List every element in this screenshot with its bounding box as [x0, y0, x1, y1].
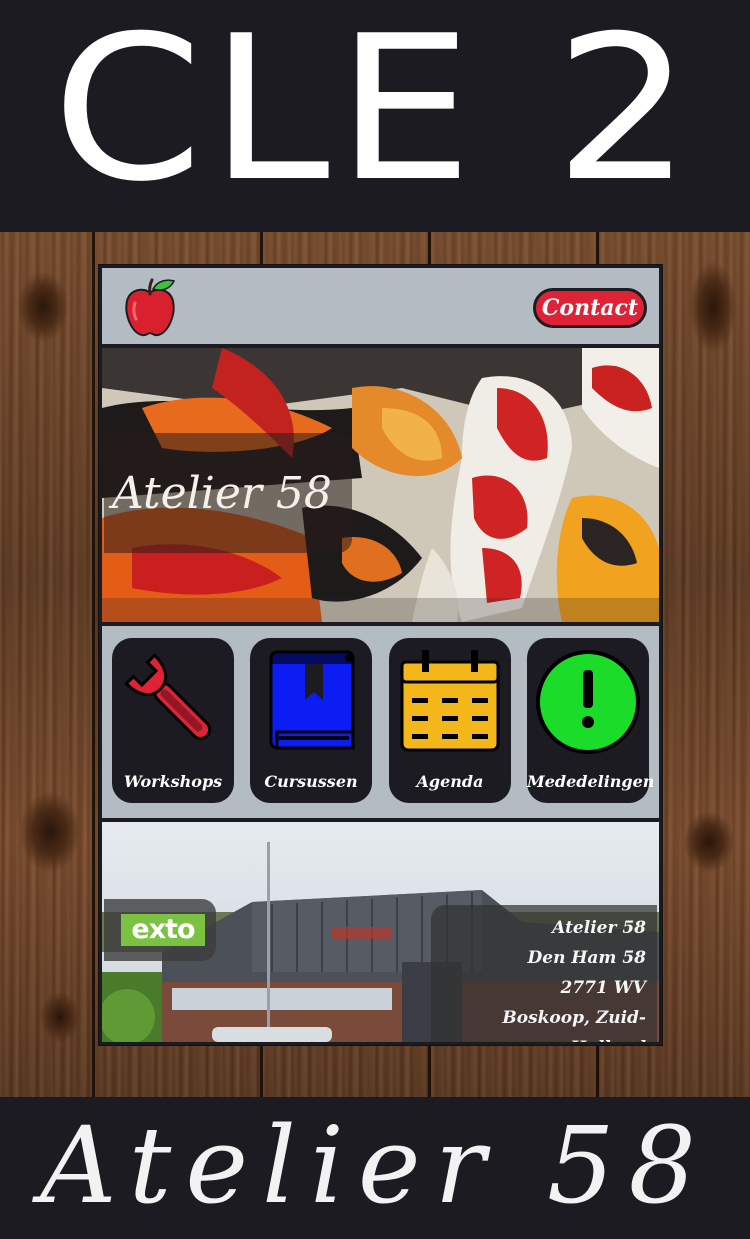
- book-icon: [269, 650, 355, 750]
- calendar-icon: [400, 650, 500, 752]
- tile-label: Workshops: [123, 772, 223, 791]
- tile-cursussen[interactable]: Cursussen: [250, 638, 372, 803]
- banner-title: CLE 2: [51, 0, 699, 226]
- tile-label: Mededelingen: [527, 772, 655, 791]
- top-banner: CLE 2: [0, 0, 750, 232]
- partner-badge: exto: [104, 899, 216, 961]
- tile-label: Agenda: [416, 772, 484, 791]
- address-name: Atelier 58: [552, 918, 646, 938]
- contact-button[interactable]: Contact: [533, 288, 647, 328]
- tile-workshops[interactable]: Workshops: [112, 638, 234, 803]
- phone-screen: Contact Atelier 58 Workshops Cursussen A…: [98, 264, 663, 1046]
- tile-agenda[interactable]: Agenda: [389, 638, 511, 803]
- bottom-banner: Atelier 58: [0, 1097, 750, 1239]
- menu-tiles: Workshops Cursussen Agenda Mededelingen: [102, 626, 659, 818]
- footer-title: Atelier 58: [40, 1104, 710, 1227]
- address-street: Den Ham 58: [527, 948, 646, 968]
- exclamation-icon: [536, 650, 640, 754]
- location-section: exto Atelier 58 Den Ham 58 2771 WV Bosko…: [102, 822, 659, 1042]
- nav-bar: Contact: [102, 268, 659, 344]
- apple-icon[interactable]: [122, 277, 178, 339]
- wrench-icon: [124, 653, 212, 741]
- hero-banner: Atelier 58: [102, 348, 659, 622]
- address-city: Boskoop, Zuid-Holland: [502, 1008, 646, 1042]
- address-postcode: 2771 WV: [560, 978, 646, 998]
- hero-title: Atelier 58: [104, 433, 352, 553]
- tile-label: Cursussen: [264, 772, 358, 791]
- exto-logo: exto: [121, 914, 205, 946]
- tile-mededelingen[interactable]: Mededelingen: [527, 638, 655, 803]
- address-card: Atelier 58 Den Ham 58 2771 WV Boskoop, Z…: [431, 905, 657, 1042]
